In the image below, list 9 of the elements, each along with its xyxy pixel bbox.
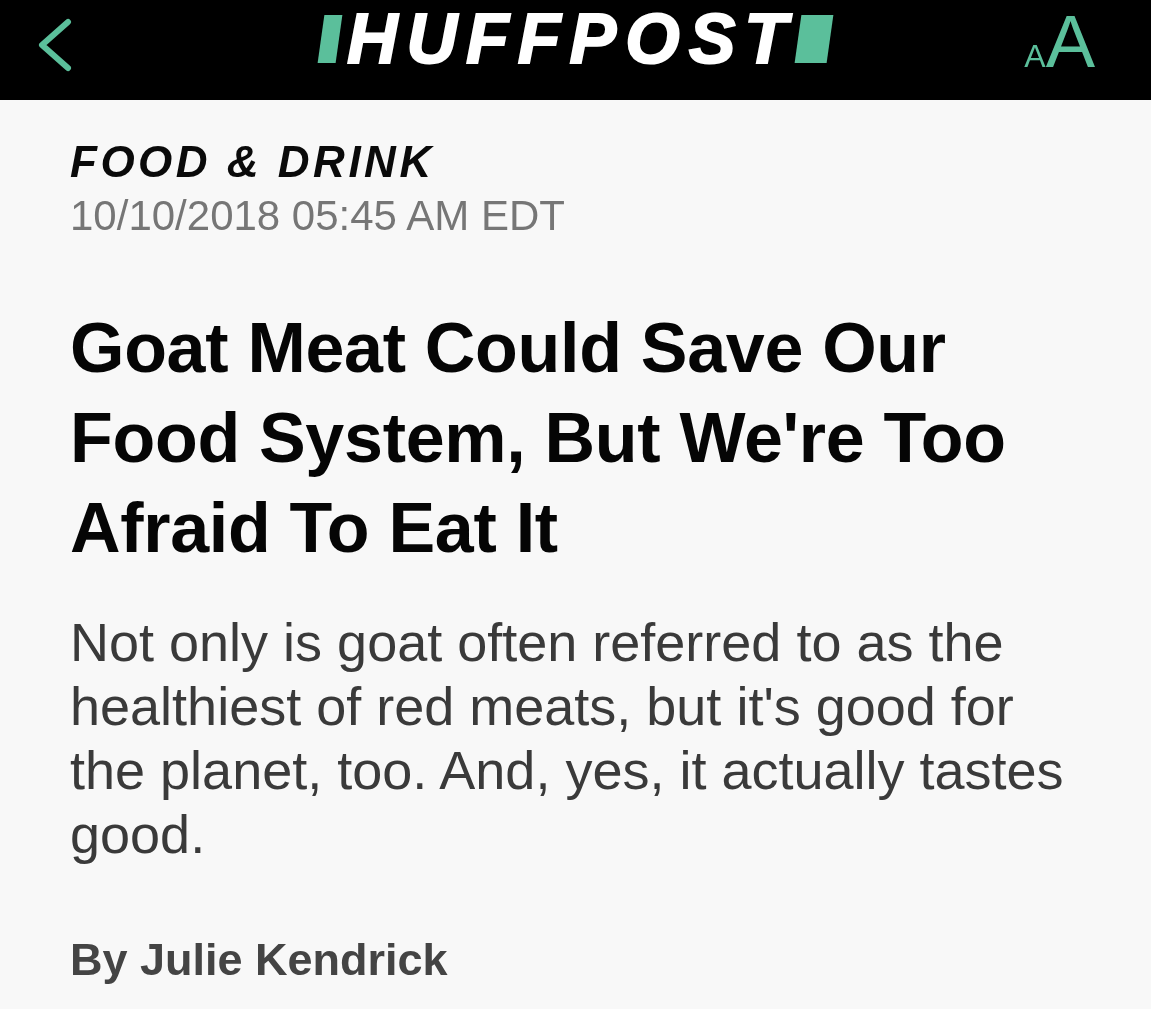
chevron-left-icon: [36, 18, 72, 72]
timestamp: 10/10/2018 05:45 AM EDT: [70, 192, 566, 240]
back-button[interactable]: [36, 18, 72, 72]
section-label: FOOD & DRINK: [70, 137, 436, 187]
text-size-button[interactable]: AA: [1024, 5, 1095, 79]
article-summary: Not only is goat often referred to as the healthiest of red meats, but it's good for the planet, too. And, yes, it actually tastes good.: [70, 611, 1065, 866]
headline: Goat Meat Could Save Our Food System, But We're Too Afraid To Eat It: [70, 308, 1007, 569]
byline: By Julie Kendrick: [70, 934, 449, 986]
site-logo: HUFFPOST: [320, 4, 831, 74]
